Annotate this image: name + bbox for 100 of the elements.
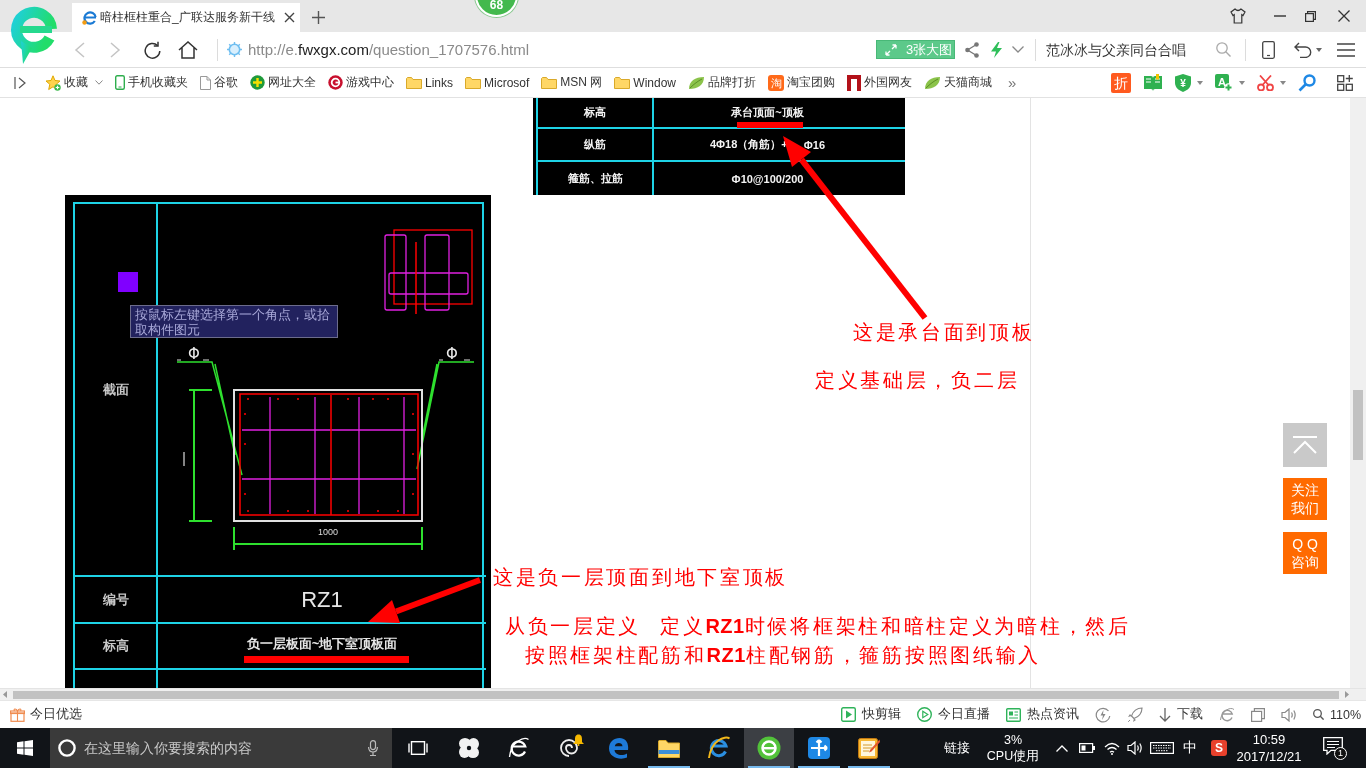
leaf-icon	[688, 75, 706, 90]
annotation-text: 定义基础层，负二层	[815, 368, 1020, 392]
notification-icon[interactable]	[1323, 737, 1343, 755]
bookmark-link[interactable]: 手机收藏夹	[115, 74, 188, 91]
speed-icon[interactable]	[1094, 706, 1111, 723]
bookmark-link[interactable]: 品牌打折	[688, 74, 757, 91]
menu-icon[interactable]	[1337, 42, 1355, 57]
cad-row-label: 箍筋、拉筋	[567, 171, 623, 186]
taskbar-search-bar[interactable]: 在这里输入你要搜索的内容	[50, 728, 392, 768]
restore-icon[interactable]	[1305, 10, 1316, 22]
plus-circle-icon	[250, 75, 265, 90]
char-logo-icon[interactable]: S	[1211, 740, 1227, 756]
status-button[interactable]: 今日直播	[916, 706, 990, 723]
address-field[interactable]: http://e.fwxgx.com/question_1707576.html	[227, 35, 876, 64]
search-field[interactable]: 在这里输入你要搜索的内容	[84, 737, 360, 759]
dimension-label: 1000	[318, 527, 338, 537]
folder-icon	[658, 738, 680, 758]
arrows-app-icon	[808, 737, 830, 759]
scrollbar-thumb[interactable]	[1353, 390, 1363, 460]
windows-logo-icon[interactable]	[17, 740, 33, 756]
bookmark-link[interactable]: Links	[406, 75, 453, 90]
caret-icon[interactable]	[1316, 47, 1322, 52]
pinwheel-icon	[458, 737, 480, 759]
e-logo-icon	[82, 10, 98, 25]
cad-row-label: 编号	[102, 590, 129, 609]
scissors-icon[interactable]	[1257, 74, 1274, 91]
search-field[interactable]: 范冰冰与父亲同台合唱	[1046, 38, 1211, 61]
caret-icon[interactable]	[1239, 80, 1245, 85]
share-icon[interactable]	[965, 41, 979, 58]
window-icon[interactable]	[1250, 707, 1265, 722]
browser-tab[interactable]: 暗柱框柱重合_广联达服务新干线	[72, 3, 300, 32]
more-button[interactable]: »	[1008, 74, 1017, 91]
taskbar-toolbar-label[interactable]: 链接	[944, 739, 970, 757]
ring-icon	[58, 739, 76, 757]
folder-icon	[541, 76, 558, 89]
battery-icon[interactable]	[1079, 743, 1095, 753]
bookmark-link[interactable]: 外国网友	[847, 74, 913, 91]
e-logo-icon[interactable]	[1218, 706, 1235, 723]
apps-icon[interactable]	[1337, 74, 1353, 91]
rocket-icon[interactable]	[1126, 706, 1143, 723]
cad-row-value: Φ16	[803, 138, 826, 151]
caret-icon[interactable]	[1197, 80, 1203, 85]
wifi-icon[interactable]	[1104, 741, 1120, 755]
star-icon	[45, 74, 61, 91]
status-button[interactable]: 下载	[1158, 706, 1203, 723]
plus-icon[interactable]	[312, 11, 325, 24]
key-icon[interactable]	[1298, 73, 1316, 92]
status-button[interactable]: 热点资讯	[1005, 706, 1079, 723]
speaker-icon[interactable]	[1127, 741, 1143, 755]
play-square-icon	[840, 707, 856, 722]
phone-icon	[115, 75, 125, 90]
cad-row-value: 负一层板面~地下室顶板面	[246, 635, 398, 653]
browser-logo-icon	[757, 736, 781, 760]
annotation-text: 定义RZ1时候将框架柱和暗柱定义为暗柱，然后	[660, 614, 1131, 638]
flag-icon	[847, 74, 862, 91]
section-mark-label: Φ	[188, 345, 200, 363]
close-icon[interactable]	[284, 12, 295, 23]
undo-icon[interactable]	[1294, 41, 1312, 58]
cad-row-value: 承台顶面~顶板	[731, 105, 804, 120]
chevron-down-icon[interactable]	[1012, 46, 1024, 53]
clock-date[interactable]: 2017/12/21	[1236, 748, 1302, 765]
bookmark-link[interactable]: 天猫商城	[924, 74, 993, 91]
close-icon[interactable]	[1338, 10, 1350, 22]
edge-logo-icon	[608, 737, 630, 759]
shirt-icon[interactable]	[1230, 8, 1246, 24]
scrollbar-thumb[interactable]	[13, 690, 1339, 699]
sidebar-toggle-icon[interactable]	[14, 76, 26, 89]
status-button[interactable]: 110%	[1312, 707, 1361, 722]
bookmark-link[interactable]: Microsof	[465, 75, 530, 90]
microphone-icon[interactable]	[368, 740, 378, 756]
e-logo-icon	[508, 737, 530, 759]
bookmark-link[interactable]: 收藏	[45, 74, 103, 91]
bookmark-link[interactable]: 谷歌	[200, 74, 238, 91]
input-method-button[interactable]: 中	[1183, 739, 1197, 757]
status-link[interactable]: 今日优选	[10, 706, 82, 723]
clock-time[interactable]: 10:59	[1252, 731, 1286, 748]
caret-icon[interactable]	[1280, 80, 1286, 85]
annotation-text: 这是负一层顶面到地下室顶板	[493, 565, 789, 589]
refresh-icon[interactable]	[143, 40, 161, 59]
book-icon[interactable]	[1143, 73, 1163, 92]
task-view-icon[interactable]	[407, 741, 429, 755]
bookmark-link[interactable]: 淘 淘宝团购	[768, 74, 836, 91]
bookmark-link[interactable]: Window	[614, 75, 677, 90]
bookmark-link[interactable]: MSN 网	[541, 74, 603, 91]
status-button[interactable]: 快剪辑	[840, 706, 901, 723]
section-mark-label: Φ	[446, 345, 458, 363]
keyboard-icon[interactable]	[1150, 742, 1174, 754]
cpu-usage-text: CPU使用	[986, 748, 1040, 764]
tablet-icon[interactable]	[1262, 40, 1275, 59]
home-icon[interactable]	[178, 40, 198, 59]
chevron-up-icon[interactable]	[1056, 744, 1068, 752]
folder-icon	[406, 76, 422, 89]
bookmark-link[interactable]: 网址大全	[250, 74, 316, 91]
cad-row-value: RZ1	[301, 586, 343, 613]
chevron-up-icon	[1293, 436, 1317, 454]
document-icon	[200, 75, 211, 90]
cad-row-label: 截面	[102, 380, 129, 399]
taskbar-button[interactable]	[744, 728, 794, 768]
chevron-down-icon[interactable]	[95, 80, 103, 85]
bookmark-link[interactable]: 游戏中心	[328, 74, 394, 91]
